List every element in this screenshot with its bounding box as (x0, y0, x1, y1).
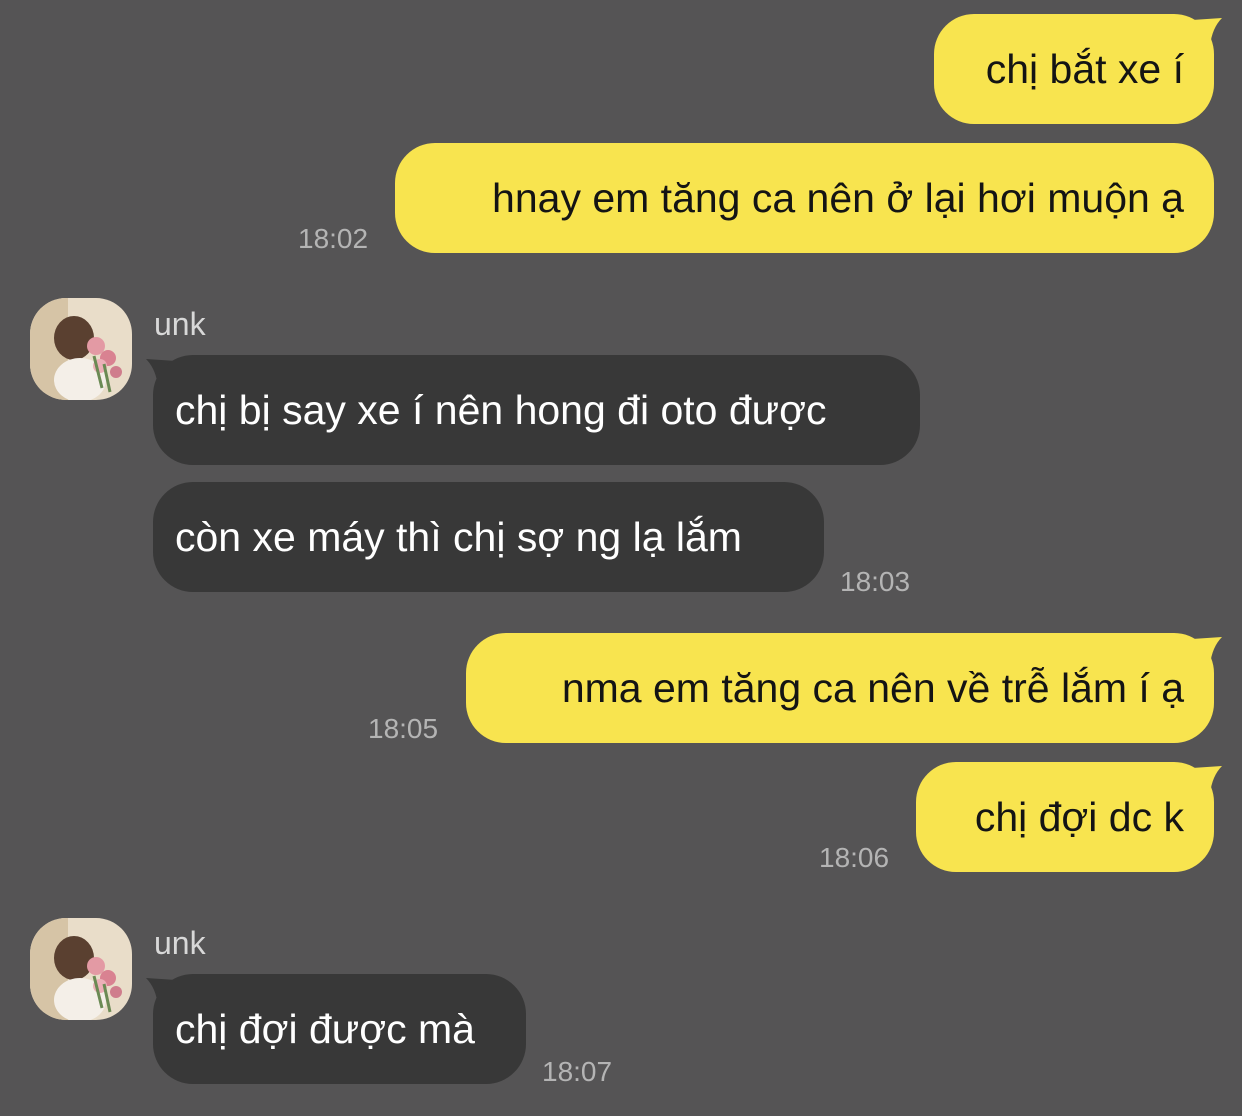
bubble-tail-icon (1192, 18, 1222, 46)
message-timestamp: 18:06 (819, 842, 890, 873)
incoming-message-bubble[interactable]: chị bị say xe í nên hong đi oto được (153, 355, 920, 465)
incoming-message-bubble[interactable]: còn xe máy thì chị sợ ng lạ lắm (153, 482, 824, 592)
bubble-tail-icon (1192, 637, 1222, 665)
outgoing-message-bubble[interactable]: nma em tăng ca nên về trễ lắm í ạ (466, 633, 1214, 743)
incoming-message-bubble[interactable]: chị đợi được mà (153, 974, 526, 1084)
bubble-tail-icon (1192, 766, 1222, 794)
profile-photo-icon (30, 298, 132, 400)
sender-avatar[interactable] (30, 918, 132, 1020)
profile-photo-icon (30, 918, 132, 1020)
message-timestamp: 18:02 (298, 223, 369, 254)
sender-avatar[interactable] (30, 298, 132, 400)
outgoing-message-bubble[interactable]: chị đợi dc k (916, 762, 1214, 872)
message-timestamp: 18:03 (840, 566, 911, 597)
message-timestamp: 18:05 (368, 713, 439, 744)
message-timestamp: 18:07 (542, 1056, 613, 1087)
outgoing-message-bubble[interactable]: hnay em tăng ca nên ở lại hơi muộn ạ (395, 143, 1214, 253)
sender-name: unk (154, 925, 206, 961)
outgoing-message-bubble[interactable]: chị bắt xe í (934, 14, 1214, 124)
sender-name: unk (154, 306, 206, 342)
